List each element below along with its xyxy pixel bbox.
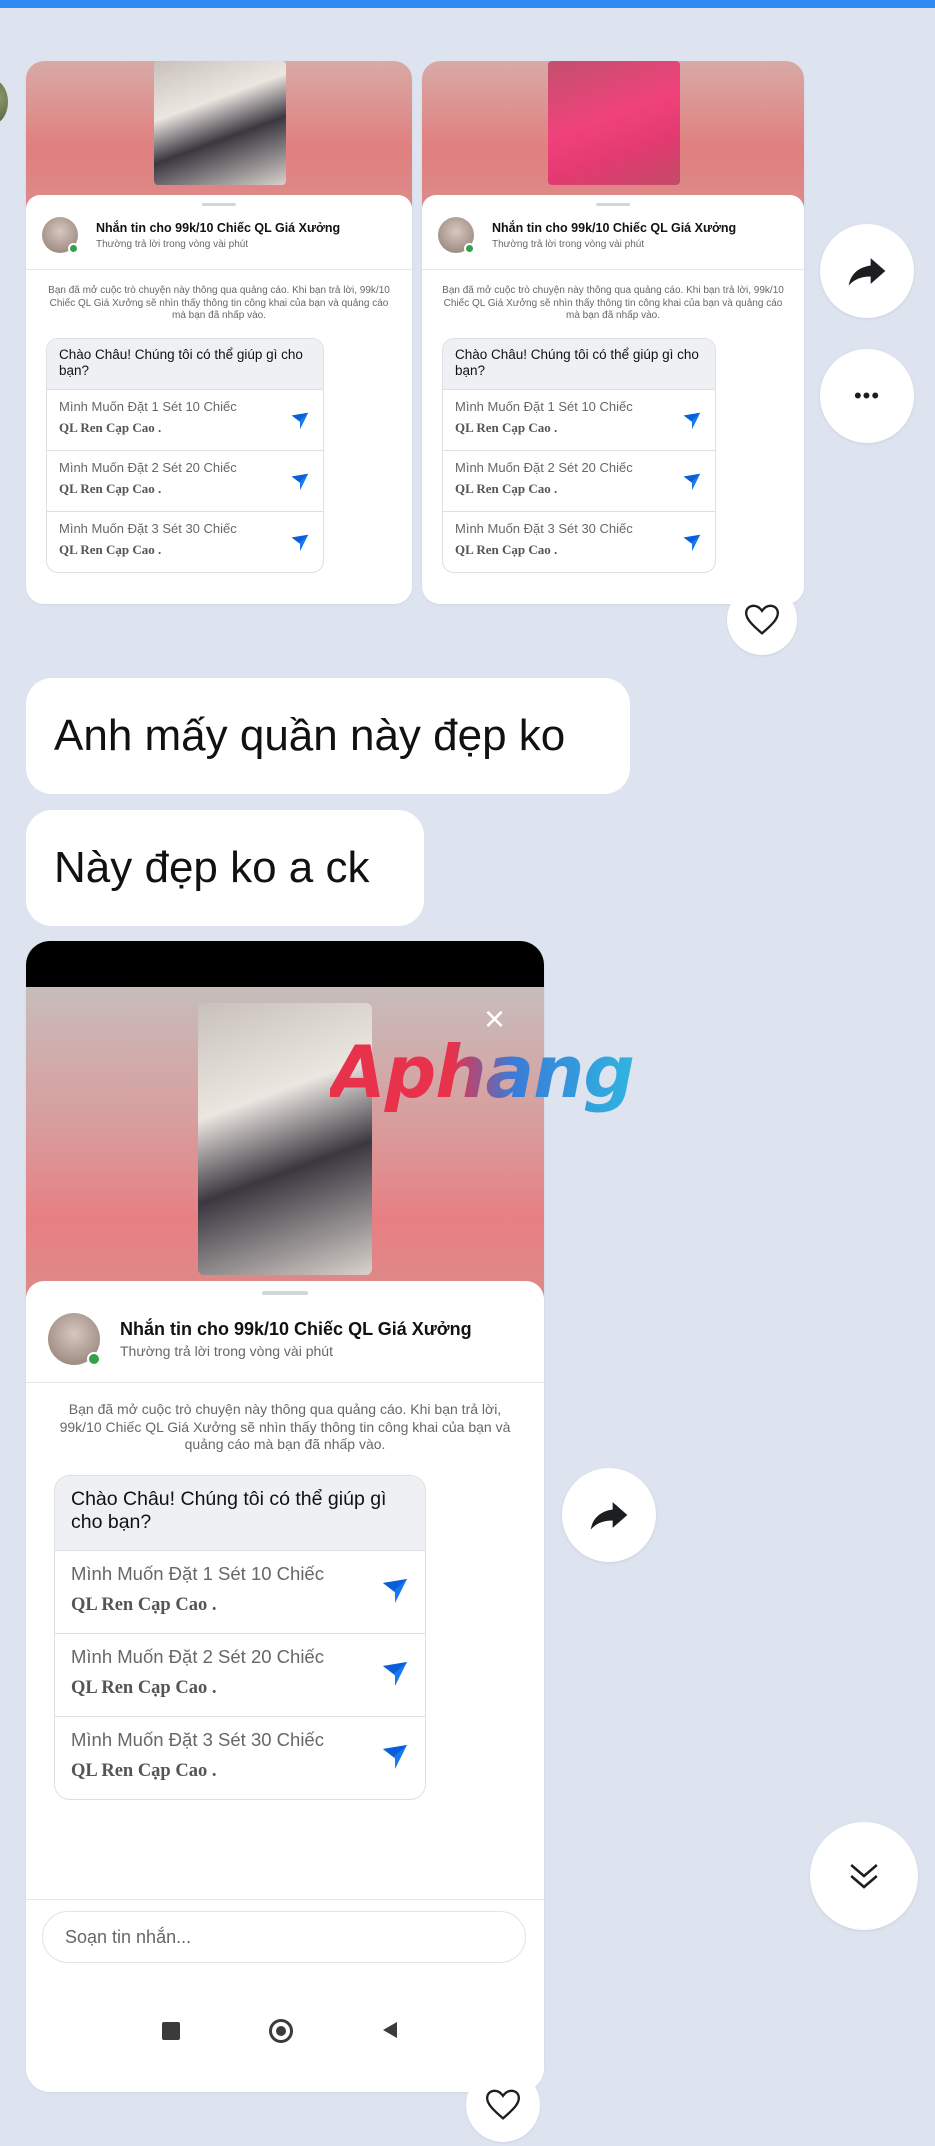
greeting: Chào Châu! Chúng tôi có thể giúp gì cho … — [47, 339, 323, 389]
messenger-send-icon — [383, 1745, 407, 1769]
phone-status-area — [26, 941, 544, 987]
option-text: Mình Muốn Đặt 1 Sét 10 Chiếc — [59, 399, 237, 414]
page-avatar — [48, 1313, 101, 1366]
ad-preview-card-1[interactable]: Nhắn tin cho 99k/10 Chiếc QL Giá Xưởng T… — [26, 61, 412, 604]
ad-preview-card-2[interactable]: Nhắn tin cho 99k/10 Chiếc QL Giá Xưởng T… — [422, 61, 804, 604]
watermark-logo: Aphang — [330, 1030, 635, 1114]
option-text: Mình Muốn Đặt 3 Sét 30 Chiếc — [71, 1729, 324, 1750]
option-text: Mình Muốn Đặt 1 Sét 10 Chiếc — [455, 399, 633, 414]
option-subtext: QL Ren Cạp Cao . — [455, 420, 558, 435]
share-arrow-icon — [590, 1502, 628, 1530]
ad-notice: Bạn đã mở cuộc trò chuyện này thông qua … — [442, 285, 784, 321]
ad-sheet: Nhắn tin cho 99k/10 Chiếc QL Giá Xưởng T… — [26, 195, 412, 604]
message-bubble[interactable]: Này đẹp ko a ck — [26, 810, 424, 926]
more-dots-icon: ••• — [853, 383, 881, 408]
page-name: Nhắn tin cho 99k/10 Chiếc QL Giá Xưởng — [96, 221, 341, 235]
scroll-to-bottom-button[interactable] — [810, 1822, 918, 1930]
page-avatar — [42, 217, 79, 254]
quick-reply-option[interactable]: Mình Muốn Đặt 3 Sét 30 Chiếc QL Ren Cạp … — [443, 511, 715, 572]
message-bubble[interactable]: Anh mấy quần này đẹp ko — [26, 678, 630, 794]
quick-replies: Chào Châu! Chúng tôi có thể giúp gì cho … — [46, 338, 324, 573]
quick-reply-option[interactable]: Mình Muốn Đặt 1 Sét 10 Chiếc QL Ren Cạp … — [443, 389, 715, 450]
messenger-send-icon — [683, 473, 701, 491]
divider — [422, 269, 804, 270]
option-subtext: QL Ren Cạp Cao . — [71, 1761, 217, 1781]
divider — [26, 269, 412, 270]
quick-reply-option[interactable]: Mình Muốn Đặt 3 Sét 30 Chiếc QL Ren Cạp … — [55, 1716, 425, 1799]
quick-replies: Chào Châu! Chúng tôi có thể giúp gì cho … — [442, 338, 716, 573]
quick-replies: Chào Châu! Chúng tôi có thể giúp gì cho … — [54, 1475, 426, 1800]
product-photo — [154, 61, 286, 185]
divider — [26, 1899, 544, 1900]
greeting: Chào Châu! Chúng tôi có thể giúp gì cho … — [443, 339, 715, 389]
page-avatar — [438, 217, 475, 254]
quick-reply-option[interactable]: Mình Muốn Đặt 2 Sét 20 Chiếc QL Ren Cạp … — [55, 1633, 425, 1716]
stop-square-icon[interactable] — [162, 2022, 180, 2040]
option-text: Mình Muốn Đặt 1 Sét 10 Chiếc — [71, 1563, 324, 1584]
sheet-grip — [596, 203, 630, 206]
message-text: Anh mấy quần này đẹp ko — [54, 711, 566, 760]
composer-placeholder: Soạn tin nhắn... — [65, 1926, 192, 1947]
quick-reply-option[interactable]: Mình Muốn Đặt 3 Sét 30 Chiếc QL Ren Cạp … — [47, 511, 323, 572]
messenger-send-icon — [383, 1579, 407, 1603]
option-subtext: QL Ren Cạp Cao . — [455, 481, 558, 496]
sheet-grip — [262, 1291, 308, 1295]
double-chevron-down-icon — [850, 1864, 878, 1889]
sheet-grip — [202, 203, 236, 206]
ad-notice: Bạn đã mở cuộc trò chuyện này thông qua … — [59, 1401, 511, 1452]
ad-sheet: Nhắn tin cho 99k/10 Chiếc QL Giá Xưởng T… — [26, 1281, 544, 2092]
greeting: Chào Châu! Chúng tôi có thể giúp gì cho … — [55, 1476, 425, 1550]
messenger-send-icon — [291, 534, 309, 552]
reply-time: Thường trả lời trong vòng vài phút — [96, 239, 249, 250]
option-subtext: QL Ren Cạp Cao . — [59, 481, 162, 496]
reply-time: Thường trả lời trong vòng vài phút — [492, 239, 645, 250]
sender-avatar — [0, 80, 8, 124]
react-heart-button[interactable] — [727, 585, 797, 655]
messenger-send-icon — [291, 473, 309, 491]
heart-outline-icon — [485, 2089, 521, 2120]
message-composer[interactable]: Soạn tin nhắn... — [42, 1911, 526, 1963]
messenger-send-icon — [383, 1662, 407, 1686]
messenger-send-icon — [683, 412, 701, 430]
option-subtext: QL Ren Cạp Cao . — [59, 542, 162, 557]
option-text: Mình Muốn Đặt 2 Sét 20 Chiếc — [455, 460, 633, 475]
quick-reply-option[interactable]: Mình Muốn Đặt 2 Sét 20 Chiếc QL Ren Cạp … — [47, 450, 323, 511]
option-subtext: QL Ren Cạp Cao . — [71, 1595, 217, 1615]
page-name: Nhắn tin cho 99k/10 Chiếc QL Giá Xưởng — [492, 221, 737, 235]
option-text: Mình Muốn Đặt 2 Sét 20 Chiếc — [59, 460, 237, 475]
divider — [26, 1382, 544, 1383]
top-progress-bar — [0, 0, 935, 8]
reply-time: Thường trả lời trong vòng vài phút — [120, 1343, 333, 1359]
ad-sheet: Nhắn tin cho 99k/10 Chiếc QL Giá Xưởng T… — [422, 195, 804, 604]
share-button[interactable] — [562, 1468, 656, 1562]
page-name: Nhắn tin cho 99k/10 Chiếc QL Giá Xưởng — [120, 1319, 472, 1339]
share-arrow-icon — [848, 258, 886, 286]
option-subtext: QL Ren Cạp Cao . — [59, 420, 162, 435]
more-options-button[interactable]: ••• — [820, 349, 914, 443]
heart-outline-icon — [744, 604, 780, 635]
home-circle-icon[interactable] — [269, 2019, 293, 2043]
message-text: Này đẹp ko a ck — [54, 843, 370, 892]
option-subtext: QL Ren Cạp Cao . — [71, 1678, 217, 1698]
quick-reply-option[interactable]: Mình Muốn Đặt 2 Sét 20 Chiếc QL Ren Cạp … — [443, 450, 715, 511]
option-subtext: QL Ren Cạp Cao . — [455, 542, 558, 557]
quick-reply-option[interactable]: Mình Muốn Đặt 1 Sét 10 Chiếc QL Ren Cạp … — [47, 389, 323, 450]
option-text: Mình Muốn Đặt 3 Sét 30 Chiếc — [455, 521, 633, 536]
share-button[interactable] — [820, 224, 914, 318]
option-text: Mình Muốn Đặt 3 Sét 30 Chiếc — [59, 521, 237, 536]
quick-reply-option[interactable]: Mình Muốn Đặt 1 Sét 10 Chiếc QL Ren Cạp … — [55, 1550, 425, 1633]
product-photo — [548, 61, 680, 185]
react-heart-button[interactable] — [466, 2068, 540, 2142]
back-triangle-icon[interactable] — [380, 2020, 400, 2040]
ad-notice: Bạn đã mở cuộc trò chuyện này thông qua … — [48, 285, 390, 321]
messenger-send-icon — [683, 534, 701, 552]
option-text: Mình Muốn Đặt 2 Sét 20 Chiếc — [71, 1646, 324, 1667]
messenger-send-icon — [291, 412, 309, 430]
